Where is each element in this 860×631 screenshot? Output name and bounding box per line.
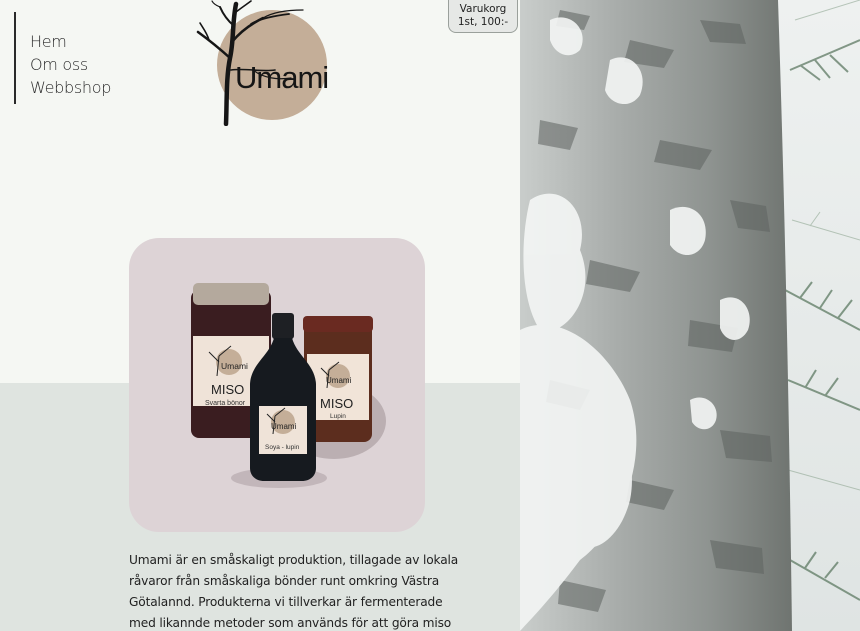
jar2-brand: Umami [271,422,297,431]
jar1-variant: Svarta bönor [205,400,246,407]
intro-paragraph: Umami är en småskaligt produktion, tilla… [129,553,459,630]
umami-logo[interactable]: Umami [193,0,343,126]
hero-image-birch-tree [520,0,860,631]
miso-products-image: Umami MISO Svarta bönor Umami MISO Lupin [191,283,386,488]
cart-label: Varukorg [459,3,507,15]
logo-text: Umami [235,60,328,95]
birch-tree-photo [520,0,860,631]
nav-link-about[interactable]: Om oss [30,53,111,76]
jar1-name: MISO [211,382,244,397]
jar3-name: MISO [320,396,353,411]
left-pane: Hem Om oss Webbshop Umami Varukorg 1st, … [0,0,520,631]
main-nav: Hem Om oss Webbshop [14,12,111,104]
cart-button[interactable]: Varukorg 1st, 100:- [448,0,518,33]
product-image-card: Umami MISO Svarta bönor Umami MISO Lupin [129,238,425,532]
nav-link-home[interactable]: Hem [30,30,111,53]
jar2-variant: Soya - lupin [265,444,300,451]
cart-summary: 1st, 100:- [457,16,509,28]
jar3-variant: Lupin [330,413,346,420]
jar1-brand: Umami [221,361,248,371]
nav-link-webshop[interactable]: Webbshop [30,76,111,99]
jar3-brand: Umami [326,376,352,385]
